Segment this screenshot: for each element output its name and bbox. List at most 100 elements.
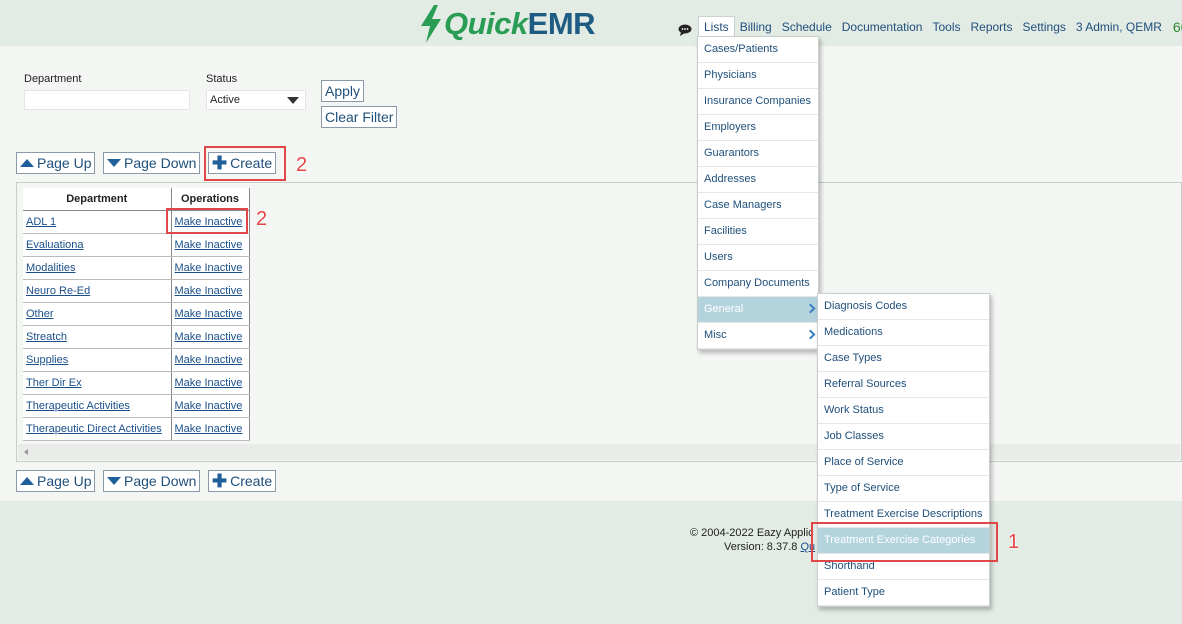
menu-item-case-managers[interactable]: Case Managers	[698, 193, 818, 219]
make-inactive-link[interactable]: Make Inactive	[175, 285, 243, 297]
page-down-button[interactable]: Page Down	[103, 152, 201, 174]
nav-documentation[interactable]: Documentation	[837, 16, 928, 38]
operations-cell: Make Inactive	[171, 394, 250, 418]
department-link[interactable]: Other	[26, 308, 54, 320]
lists-menu: Cases/Patients Physicians Insurance Compan…	[697, 36, 819, 350]
table-row: Neuro Re-Ed Make Inactive	[23, 279, 250, 303]
page-up-button-bottom[interactable]: Page Up	[16, 470, 96, 492]
column-header-department[interactable]: Department	[23, 188, 172, 211]
menu-item-label: Facilities	[704, 225, 747, 237]
department-link[interactable]: Therapeutic Activities	[26, 400, 130, 412]
menu-item-users[interactable]: Users	[698, 245, 818, 271]
menu-item-medications[interactable]: Medications	[818, 320, 989, 346]
department-link[interactable]: Ther Dir Ex	[26, 377, 82, 389]
department-filter-input[interactable]	[24, 90, 190, 110]
status-filter-select[interactable]: Active	[206, 90, 306, 110]
operations-cell: Make Inactive	[171, 302, 250, 326]
chat-bubble-icon[interactable]	[678, 24, 692, 36]
operations-cell: Make Inactive	[171, 233, 250, 257]
make-inactive-link[interactable]: Make Inactive	[175, 377, 243, 389]
dropdown-arrow-icon	[287, 97, 299, 104]
highlight-treatment-exercise-categories	[811, 522, 998, 562]
menu-item-label: Type of Service	[824, 482, 900, 494]
department-filter-label: Department	[24, 73, 82, 85]
menu-item-job-classes[interactable]: Job Classes	[818, 424, 989, 450]
logo-emr-text: EMR	[527, 6, 596, 41]
nav-reports[interactable]: Reports	[965, 16, 1017, 38]
menu-item-company-documents[interactable]: Company Documents	[698, 271, 818, 297]
menu-item-label: General	[704, 303, 744, 315]
department-link[interactable]: Neuro Re-Ed	[26, 285, 90, 297]
department-link[interactable]: Supplies	[26, 354, 68, 366]
department-link[interactable]: Evaluationa	[26, 239, 84, 251]
table-row: Evaluationa Make Inactive	[23, 233, 250, 257]
menu-item-physicians[interactable]: Physicians	[698, 63, 818, 89]
menu-item-diagnosis-codes[interactable]: Diagnosis Codes	[818, 294, 989, 320]
horizontal-scrollbar[interactable]	[18, 444, 1180, 460]
create-label: Create	[230, 473, 273, 489]
menu-item-employers[interactable]: Employers	[698, 115, 818, 141]
status-filter-value: Active	[210, 94, 240, 106]
nav-settings[interactable]: Settings	[1018, 16, 1071, 38]
operations-cell: Make Inactive	[171, 371, 250, 395]
menu-item-referral-sources[interactable]: Referral Sources	[818, 372, 989, 398]
department-cell: Other	[23, 302, 172, 326]
arrow-down-icon	[107, 159, 121, 167]
menu-item-addresses[interactable]: Addresses	[698, 167, 818, 193]
make-inactive-link[interactable]: Make Inactive	[175, 400, 243, 412]
make-inactive-link[interactable]: Make Inactive	[175, 423, 243, 435]
department-cell: Modalities	[23, 256, 172, 280]
page-down-button-bottom[interactable]: Page Down	[103, 470, 201, 492]
menu-item-cases-patients[interactable]: Cases/Patients	[698, 37, 818, 63]
clear-filter-button[interactable]: Clear Filter	[321, 106, 398, 128]
make-inactive-link[interactable]: Make Inactive	[175, 262, 243, 274]
menu-item-facilities[interactable]: Facilities	[698, 219, 818, 245]
annotation-step-2-inactive: 2	[256, 208, 268, 230]
create-button-bottom[interactable]: ✚ Create	[208, 470, 277, 492]
page-down-label: Page Down	[124, 155, 197, 171]
menu-item-guarantors[interactable]: Guarantors	[698, 141, 818, 167]
chevron-right-icon	[805, 303, 816, 314]
department-cell: Ther Dir Ex	[23, 371, 172, 395]
page-down-label: Page Down	[124, 473, 197, 489]
nav-schedule[interactable]: Schedule	[777, 16, 837, 38]
nav-lists[interactable]: Lists	[698, 16, 735, 38]
make-inactive-link[interactable]: Make Inactive	[175, 308, 243, 320]
highlight-create-button	[204, 146, 286, 181]
make-inactive-link[interactable]: Make Inactive	[175, 239, 243, 251]
department-link[interactable]: ADL 1	[26, 216, 56, 228]
apply-button[interactable]: Apply	[321, 80, 365, 102]
lightning-bolt-icon	[421, 5, 441, 43]
quickemr-logo[interactable]: Quick EMR	[418, 4, 596, 44]
table-row: Other Make Inactive	[23, 302, 250, 326]
nav-user[interactable]: 3 Admin, QEMR	[1071, 16, 1167, 38]
menu-item-general[interactable]: General	[698, 297, 818, 323]
operations-cell: Make Inactive	[171, 279, 250, 303]
department-link[interactable]: Modalities	[26, 262, 76, 274]
menu-item-place-of-service[interactable]: Place of Service	[818, 450, 989, 476]
menu-item-label: Work Status	[824, 404, 884, 416]
menu-item-label: Job Classes	[824, 430, 884, 442]
menu-item-patient-type[interactable]: Patient Type	[818, 580, 989, 606]
menu-item-case-types[interactable]: Case Types	[818, 346, 989, 372]
menu-item-label: Cases/Patients	[704, 43, 778, 55]
menu-item-label: Case Managers	[704, 199, 782, 211]
annotation-step-1: 1	[1008, 531, 1020, 553]
page-up-button[interactable]: Page Up	[16, 152, 96, 174]
menu-item-label: Users	[704, 251, 733, 263]
menu-item-work-status[interactable]: Work Status	[818, 398, 989, 424]
operations-cell: Make Inactive	[171, 256, 250, 280]
make-inactive-link[interactable]: Make Inactive	[175, 331, 243, 343]
nav-tools[interactable]: Tools	[927, 16, 965, 38]
highlight-make-inactive	[166, 208, 248, 234]
department-link[interactable]: Streatch	[26, 331, 67, 343]
scroll-left-icon[interactable]	[24, 449, 28, 455]
menu-item-type-of-service[interactable]: Type of Service	[818, 476, 989, 502]
nav-billing[interactable]: Billing	[735, 16, 777, 38]
menu-item-label: Case Types	[824, 352, 882, 364]
make-inactive-link[interactable]: Make Inactive	[175, 354, 243, 366]
menu-item-misc[interactable]: Misc	[698, 323, 818, 349]
menu-item-insurance-companies[interactable]: Insurance Companies	[698, 89, 818, 115]
department-link[interactable]: Therapeutic Direct Activities	[26, 423, 162, 435]
department-cell: Evaluationa	[23, 233, 172, 257]
